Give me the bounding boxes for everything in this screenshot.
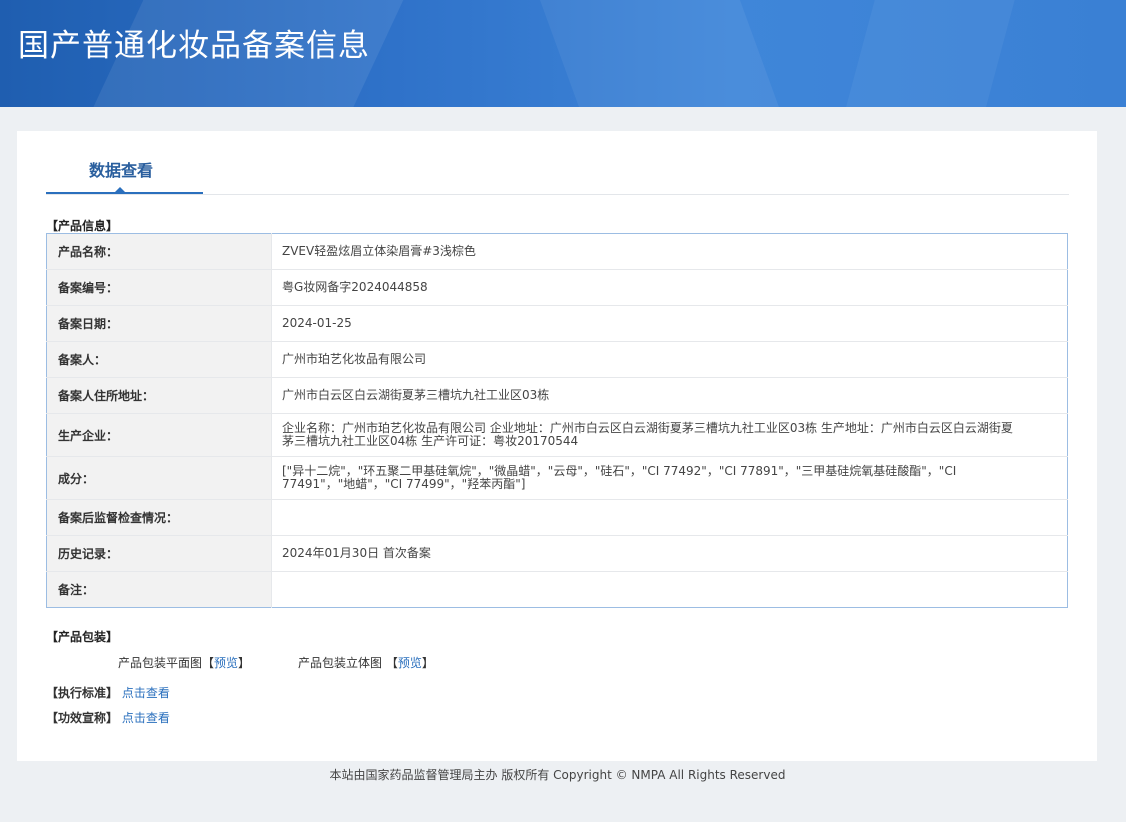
row-label: 备注： — [46, 571, 272, 608]
row-label: 备案人： — [46, 341, 272, 378]
standard-view-link[interactable]: 点击查看 — [122, 686, 170, 700]
banner-decoration — [845, 0, 1015, 107]
efficacy-row: 【功效宣称】 点击查看 — [46, 709, 170, 726]
row-label: 备案编号： — [46, 269, 272, 306]
efficacy-label: 【功效宣称】 — [46, 711, 119, 725]
table-row: 备案后监督检查情况： — [46, 499, 1068, 536]
packaging-title: 【产品包装】 — [46, 630, 119, 644]
bracket-close: 】 — [238, 656, 251, 670]
efficacy-view-link[interactable]: 点击查看 — [122, 711, 170, 725]
table-row: 备案人住所地址： 广州市白云区白云湖街夏茅三槽坑九社工业区03栋 — [46, 377, 1068, 414]
table-row: 备案人： 广州市珀艺化妆品有限公司 — [46, 341, 1068, 378]
row-label: 备案人住所地址： — [46, 377, 272, 414]
product-info-title: 【产品信息】 — [46, 219, 119, 233]
row-label: 生产企业： — [46, 413, 272, 457]
row-value: 粤G妆网备字2024044858 — [271, 269, 1068, 306]
bracket-open: 【 — [385, 656, 398, 670]
footer-copyright: 本站由国家药品监督管理局主办 版权所有 Copyright © NMPA All… — [329, 768, 786, 782]
row-value: ZVEV轻盈炫眉立体染眉膏#3浅棕色 — [271, 233, 1068, 270]
banner-decoration — [536, 0, 784, 107]
preview-flat-link[interactable]: 预览 — [214, 656, 238, 670]
tab-data-view[interactable]: 数据查看 — [46, 149, 203, 194]
bracket-close: 】 — [421, 656, 434, 670]
row-value: 企业名称：广州市珀艺化妆品有限公司 企业地址：广州市白云区白云湖街夏茅三槽坑九社… — [271, 413, 1068, 457]
tab-label: 数据查看 — [88, 161, 153, 180]
row-value: 广州市白云区白云湖街夏茅三槽坑九社工业区03栋 — [271, 377, 1068, 414]
tab-bar: 数据查看 — [46, 149, 1069, 195]
row-value — [272, 572, 1068, 608]
standard-row: 【执行标准】 点击查看 — [46, 684, 170, 701]
row-label: 备案日期： — [46, 305, 272, 342]
preview-solid-link[interactable]: 预览 — [398, 656, 422, 670]
table-row: 备案编号： 粤G妆网备字2024044858 — [46, 269, 1068, 306]
packaging-flat-label: 产品包装平面图 — [118, 656, 203, 670]
standard-label: 【执行标准】 — [46, 686, 119, 700]
table-row: 备注： — [46, 571, 1068, 608]
header-banner: 国产普通化妆品备案信息 — [0, 0, 1126, 107]
table-row: 成分： ["异十二烷"，"环五聚二甲基硅氧烷"，"微晶蜡"，"云母"，"硅石"，… — [46, 456, 1068, 500]
packaging-solid: 产品包装立体图 【预览】 — [298, 654, 434, 671]
bracket-open: 【 — [202, 656, 215, 670]
table-row: 产品名称： ZVEV轻盈炫眉立体染眉膏#3浅棕色 — [46, 233, 1068, 270]
row-value: 2024-01-25 — [271, 305, 1068, 342]
page-title: 国产普通化妆品备案信息 — [18, 28, 370, 64]
content-panel: 数据查看 【产品信息】 产品名称： ZVEV轻盈炫眉立体染眉膏#3浅棕色 备案编… — [17, 131, 1097, 761]
packaging-flat: 产品包装平面图【预览】 — [118, 654, 250, 671]
row-label: 备案后监督检查情况： — [46, 499, 272, 536]
row-value — [271, 499, 1068, 536]
table-row: 历史记录： 2024年01月30日 首次备案 — [46, 535, 1068, 572]
product-info-table: 产品名称： ZVEV轻盈炫眉立体染眉膏#3浅棕色 备案编号： 粤G妆网备字202… — [46, 233, 1068, 608]
row-value: 2024年01月30日 首次备案 — [271, 535, 1068, 572]
packaging-solid-label: 产品包装立体图 — [298, 656, 383, 670]
row-value: 广州市珀艺化妆品有限公司 — [271, 341, 1068, 378]
row-label: 历史记录： — [46, 535, 272, 572]
table-row: 备案日期： 2024-01-25 — [46, 305, 1068, 342]
table-row: 生产企业： 企业名称：广州市珀艺化妆品有限公司 企业地址：广州市白云区白云湖街夏… — [46, 413, 1068, 457]
row-label: 成分： — [46, 456, 272, 500]
tab-active-caret — [114, 187, 126, 193]
row-label: 产品名称： — [46, 233, 272, 270]
row-value: ["异十二烷"，"环五聚二甲基硅氧烷"，"微晶蜡"，"云母"，"硅石"，"CI … — [271, 456, 1068, 500]
